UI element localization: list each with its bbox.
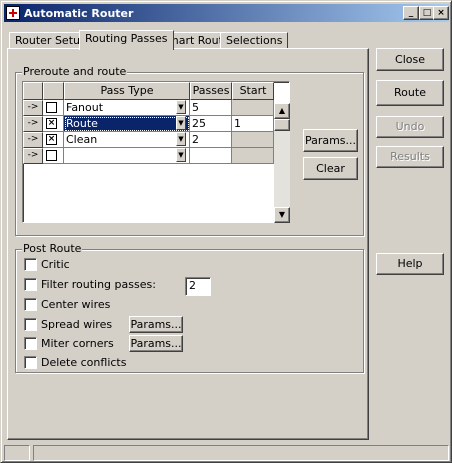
miter-corners-params-button[interactable]: Params... [129,335,183,352]
undo-button[interactable]: Undo [376,116,444,138]
close-button[interactable]: Close [376,48,444,71]
miter-corners-label[interactable]: Miter corners [41,337,114,350]
start-cell[interactable] [232,100,274,116]
results-button[interactable]: Results [376,146,444,168]
tab-routing-passes[interactable]: Routing Passes [79,30,174,50]
preroute-params-button[interactable]: Params... [303,129,358,152]
row-marker-clean[interactable]: -> [23,132,43,148]
arrow-right-icon: -> [27,118,39,128]
chevron-down-icon[interactable]: ▼ [176,100,186,114]
tab-label: Router Setup [15,34,87,47]
chevron-down-icon[interactable]: ▼ [176,148,186,162]
tab-label: Routing Passes [85,32,168,45]
pass-type-cell[interactable]: ▼ [64,148,190,164]
arrow-right-icon: -> [27,102,39,112]
pass-type-header[interactable]: Pass Type [64,82,190,100]
help-button[interactable]: Help [376,253,444,275]
pass-type-value: Fanout [66,101,104,114]
scroll-up-icon[interactable]: ▲ [274,103,290,119]
row-enable-checkbox[interactable] [46,102,57,113]
preroute-group-label: Preroute and route [22,65,128,78]
row-enable-checkbox[interactable]: × [46,118,57,129]
grid-vertical-scrollbar[interactable]: ▲ ▼ [274,103,290,223]
row-marker-fanout[interactable]: -> [23,100,43,116]
passes-cell[interactable]: 25 [190,116,232,132]
pass-type-cell[interactable]: Clean ▼ [64,132,190,148]
chevron-down-icon[interactable]: ▼ [176,132,186,146]
center-wires-checkbox[interactable] [24,298,37,311]
row-check-cell [43,148,64,164]
center-wires-label[interactable]: Center wires [41,298,110,311]
grid-corner [23,82,43,100]
chevron-down-icon[interactable]: ▼ [176,116,186,130]
arrow-right-icon: -> [27,150,39,160]
status-pane-2 [33,445,449,461]
clear-button[interactable]: Clear [303,157,358,180]
start-cell[interactable] [232,132,274,148]
row-marker-new[interactable]: -> [23,148,43,164]
spread-wires-checkbox[interactable] [24,318,37,331]
pass-grid[interactable]: Pass Type Passes Start -> Fanout ▼ 5 -> … [22,81,290,223]
app-icon [6,6,20,20]
critic-checkbox[interactable] [24,258,37,271]
row-enable-checkbox[interactable] [46,150,57,161]
row-check-cell: × [43,132,64,148]
pass-type-value: Clean [66,133,98,146]
close-window-button[interactable]: × [433,6,449,20]
spread-wires-params-button[interactable]: Params... [129,316,183,333]
pass-type-value: Route [66,117,98,130]
status-pane-1 [4,445,30,461]
passes-cell[interactable] [190,148,232,164]
pass-type-cell-selected[interactable]: Route ▼ [64,116,190,132]
tab-selections[interactable]: Selections [220,32,289,49]
status-bar [4,443,449,461]
spread-wires-label[interactable]: Spread wires [41,318,112,331]
pass-type-cell[interactable]: Fanout ▼ [64,100,190,116]
post-route-group-label: Post Route [22,242,83,255]
grid-check-header [43,82,64,100]
arrow-right-icon: -> [27,134,39,144]
scroll-down-icon[interactable]: ▼ [274,207,290,223]
miter-corners-checkbox[interactable] [24,337,37,350]
row-check-cell: × [43,116,64,132]
scroll-thumb[interactable] [274,119,290,131]
row-enable-checkbox[interactable]: × [46,134,57,145]
delete-conflicts-label[interactable]: Delete conflicts [41,356,126,369]
route-button[interactable]: Route [376,80,444,106]
tab-label: Selections [226,34,283,47]
filter-routing-passes-checkbox[interactable] [24,278,37,291]
row-marker-route[interactable]: -> [23,116,43,132]
window-title: Automatic Router [24,6,134,20]
passes-cell[interactable]: 5 [190,100,232,116]
automatic-router-window: Automatic Router _ □ × Router Setup Rout… [0,0,452,463]
passes-cell[interactable]: 2 [190,132,232,148]
title-bar[interactable]: Automatic Router _ □ × [4,4,449,22]
filter-routing-passes-label[interactable]: Filter routing passes: [41,278,156,291]
filter-passes-input[interactable]: 2 [185,277,211,296]
start-header[interactable]: Start [232,82,274,100]
start-cell[interactable] [232,148,274,164]
delete-conflicts-checkbox[interactable] [24,356,37,369]
passes-header[interactable]: Passes [190,82,232,100]
row-check-cell [43,100,64,116]
minimize-button[interactable]: _ [403,6,419,20]
critic-label[interactable]: Critic [41,258,70,271]
start-cell[interactable]: 1 [232,116,274,132]
